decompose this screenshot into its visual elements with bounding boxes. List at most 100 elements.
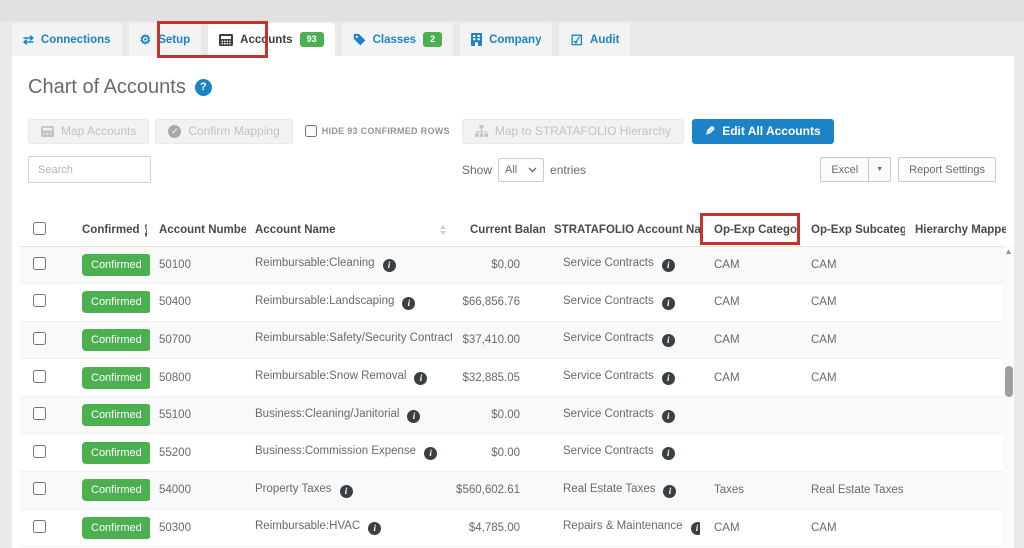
- hierarchy-mapped-level-cell: [905, 472, 1006, 510]
- op-exp-subcategory-cell: CAM: [800, 359, 905, 397]
- info-icon[interactable]: i: [424, 447, 437, 460]
- header-op-exp-subcategory[interactable]: Op-Exp Subcategory: [811, 224, 905, 236]
- select-all-checkbox[interactable]: [33, 222, 46, 235]
- excel-export-button[interactable]: Excel: [820, 157, 869, 182]
- accounts-table: Confirmed i Account Number Account Name …: [20, 215, 1006, 547]
- tab-label: Connections: [41, 34, 111, 46]
- stratafolio-account-name-text: Service Contracts: [563, 332, 654, 344]
- search-input[interactable]: [28, 156, 151, 183]
- sort-icon[interactable]: [440, 225, 446, 235]
- account-number-cell: 54000: [150, 472, 246, 510]
- exchange-icon: ⇄: [23, 33, 34, 46]
- header-confirmed[interactable]: Confirmed: [82, 224, 140, 236]
- header-current-balance[interactable]: Current Balance: [470, 224, 545, 236]
- scrollbar-thumb[interactable]: [1005, 366, 1013, 397]
- header-account-name[interactable]: Account Name: [255, 224, 336, 236]
- confirm-mapping-label: Confirm Mapping: [188, 124, 279, 138]
- scroll-up-arrow-icon[interactable]: ▲: [1003, 246, 1014, 258]
- table-row[interactable]: Confirmed 55100 Business:Cleaning/Janito…: [20, 396, 1006, 434]
- account-number-cell: 50400: [150, 284, 246, 322]
- report-settings-button[interactable]: Report Settings: [898, 157, 996, 182]
- entries-select[interactable]: All: [498, 158, 544, 182]
- header-hierarchy-mapped-level[interactable]: Hierarchy Mapped Level: [915, 224, 1006, 236]
- confirmed-badge: Confirmed: [82, 254, 150, 276]
- row-checkbox[interactable]: [33, 257, 46, 270]
- op-exp-category-cell: CAM: [700, 509, 800, 547]
- entries-label: entries: [550, 163, 586, 177]
- confirmed-badge: Confirmed: [82, 367, 150, 389]
- excel-dropdown-button[interactable]: ▼: [869, 157, 891, 182]
- info-icon[interactable]: i: [662, 410, 675, 423]
- stratafolio-account-name-text: Service Contracts: [563, 295, 654, 307]
- info-icon[interactable]: i: [663, 485, 676, 498]
- header-stratafolio-account-name[interactable]: STRATAFOLIO Account Name: [554, 224, 700, 236]
- stratafolio-account-name-text: Real Estate Taxes: [563, 483, 655, 495]
- tab-company[interactable]: Company: [460, 23, 552, 56]
- map-accounts-label: Map Accounts: [61, 124, 136, 138]
- info-icon[interactable]: i: [368, 522, 381, 535]
- calculator-icon: [219, 34, 233, 46]
- accounts-count-badge: 93: [300, 32, 324, 47]
- hierarchy-mapped-level-cell: [905, 359, 1006, 397]
- row-checkbox[interactable]: [33, 294, 46, 307]
- row-checkbox[interactable]: [33, 370, 46, 383]
- current-balance-cell: $560,602.61: [452, 472, 545, 510]
- chevron-down-icon: [528, 167, 537, 173]
- hide-confirmed-label[interactable]: HIDE 93 CONFIRMED ROWS: [322, 126, 450, 136]
- account-number-cell: 55100: [150, 396, 246, 434]
- info-icon[interactable]: i: [662, 372, 675, 385]
- hierarchy-mapped-level-cell: [905, 396, 1006, 434]
- info-icon[interactable]: i: [407, 410, 420, 423]
- info-icon[interactable]: i: [662, 447, 675, 460]
- confirm-mapping-button[interactable]: ✓ Confirm Mapping: [155, 119, 292, 144]
- audit-check-icon: ☑: [570, 33, 583, 47]
- map-hierarchy-button[interactable]: Map to STRATAFOLIO Hierarchy: [462, 119, 684, 144]
- row-checkbox[interactable]: [33, 520, 46, 533]
- hierarchy-mapped-level-cell: [905, 246, 1006, 284]
- info-icon[interactable]: i: [662, 297, 675, 310]
- info-icon[interactable]: i: [691, 522, 700, 535]
- calculator-icon: [41, 126, 54, 137]
- current-balance-cell: $4,785.00: [452, 509, 545, 547]
- header-account-number[interactable]: Account Number: [159, 224, 246, 236]
- table-row[interactable]: Confirmed 54000 Property Taxesi $560,602…: [20, 472, 1006, 510]
- info-icon[interactable]: i: [383, 259, 396, 272]
- table-row[interactable]: Confirmed 50800 Reimbursable:Snow Remova…: [20, 359, 1006, 397]
- row-checkbox[interactable]: [33, 332, 46, 345]
- table-row[interactable]: Confirmed 55200 Business:Commission Expe…: [20, 434, 1006, 472]
- map-accounts-button[interactable]: Map Accounts: [28, 119, 149, 144]
- tab-audit[interactable]: ☑ Audit: [559, 23, 630, 56]
- table-row[interactable]: Confirmed 50400 Reimbursable:Landscaping…: [20, 284, 1006, 322]
- row-checkbox[interactable]: [33, 445, 46, 458]
- info-icon[interactable]: i: [662, 334, 675, 347]
- row-checkbox[interactable]: [33, 407, 46, 420]
- table-row[interactable]: Confirmed 50100 Reimbursable:Cleaningi $…: [20, 246, 1006, 284]
- table-row[interactable]: Confirmed 50300 Reimbursable:HVACi $4,78…: [20, 509, 1006, 547]
- header-op-exp-category[interactable]: Op-Exp Category: [714, 224, 800, 236]
- info-icon[interactable]: i: [402, 297, 415, 310]
- stratafolio-account-name-text: Service Contracts: [563, 408, 654, 420]
- info-icon[interactable]: i: [662, 259, 675, 272]
- tab-setup[interactable]: ⚙ Setup: [129, 23, 202, 56]
- row-checkbox[interactable]: [33, 482, 46, 495]
- hierarchy-mapped-level-cell: [905, 321, 1006, 359]
- tab-classes[interactable]: Classes 2: [342, 23, 454, 56]
- help-icon[interactable]: ?: [195, 79, 212, 96]
- op-exp-category-cell: CAM: [700, 284, 800, 322]
- info-icon[interactable]: i: [414, 372, 427, 385]
- current-balance-cell: $32,885.05: [452, 359, 545, 397]
- tab-accounts[interactable]: Accounts 93: [208, 23, 334, 56]
- tab-bar: ⇄ Connections ⚙ Setup Accounts 93 Clas: [12, 23, 630, 56]
- op-exp-subcategory-cell: [800, 396, 905, 434]
- edit-all-accounts-button[interactable]: ✎ Edit All Accounts: [692, 119, 834, 144]
- current-balance-cell: $0.00: [452, 396, 545, 434]
- hide-confirmed-checkbox[interactable]: [305, 125, 317, 137]
- confirmed-badge: Confirmed: [82, 404, 150, 426]
- stratafolio-account-name-text: Repairs & Maintenance: [563, 520, 683, 532]
- table-vertical-scrollbar[interactable]: ▲: [1003, 246, 1014, 548]
- tab-connections[interactable]: ⇄ Connections: [12, 23, 122, 56]
- table-row[interactable]: Confirmed 50700 Reimbursable:Safety/Secu…: [20, 321, 1006, 359]
- info-icon[interactable]: i: [340, 485, 353, 498]
- edit-all-accounts-label: Edit All Accounts: [722, 124, 820, 138]
- info-icon[interactable]: i: [145, 224, 148, 237]
